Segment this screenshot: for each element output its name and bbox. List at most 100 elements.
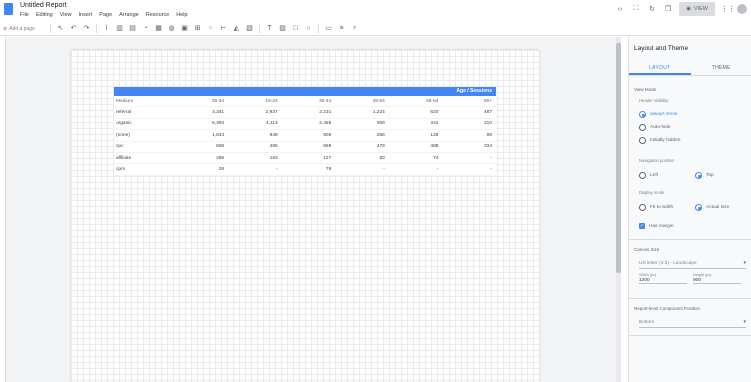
radio-button [639, 111, 646, 118]
tab-theme[interactable]: THEME [691, 61, 751, 75]
scatter-chart-icon[interactable]: ⁘ [206, 24, 215, 33]
table-cell: 210 [483, 121, 492, 127]
table-icon[interactable]: ▦ [154, 24, 163, 33]
apps-grid-icon[interactable]: ⋮⋮ [721, 5, 735, 13]
radio-label: Auto-hide [650, 125, 671, 130]
table-cell: 486 [269, 144, 278, 150]
data-studio-logo-icon[interactable] [4, 3, 13, 15]
fullscreen-icon[interactable]: ⛶ [631, 5, 641, 13]
panel-title: Layout and Theme [634, 45, 689, 52]
column-header[interactable]: 18-24 [228, 99, 282, 104]
column-header[interactable]: 65+ [442, 99, 496, 104]
pie-chart-icon[interactable]: ◔ [141, 24, 150, 33]
circle-icon[interactable]: ○ [304, 24, 313, 33]
area-chart-icon[interactable]: ◭ [232, 24, 241, 33]
combo-chart-icon[interactable]: ▤ [128, 24, 137, 33]
has-margin-checkbox[interactable]: ✓ Has margin [639, 223, 674, 229]
table-cell: 183 [269, 155, 278, 161]
table-cell: affiliate [116, 155, 132, 161]
theme-brush-icon[interactable]: ♆ [350, 24, 359, 33]
canvas-size-select[interactable]: US letter (4:3) - Landscape ▾ [639, 258, 746, 269]
table-cell: 74 [433, 155, 439, 161]
menu-insert[interactable]: Insert [79, 12, 93, 18]
column-header[interactable]: 35-44 [282, 99, 336, 104]
left-ruler [0, 37, 6, 382]
panel-tabs: LAYOUT THEME [629, 61, 751, 76]
table-row: cpc 608 486 658 479 488 334 [114, 142, 496, 153]
vertical-scrollbar[interactable] [616, 37, 621, 382]
radio-fit-to-width[interactable]: Fit to width [639, 204, 673, 211]
table-row: affiliate 296 183 127 83 74 - [114, 153, 496, 165]
toolbar-divider [318, 24, 319, 33]
scorecard-icon[interactable]: ▣ [180, 24, 189, 33]
text-box-icon[interactable]: T [265, 24, 274, 33]
menu-page[interactable]: Page [99, 12, 112, 18]
table-cell: 608 [216, 144, 225, 150]
geo-map-icon[interactable]: ◍ [167, 24, 176, 33]
chevron-down-icon: ▾ [743, 260, 746, 266]
radio-initially-hidden[interactable]: Initially hidden [639, 137, 680, 144]
report-canvas[interactable]: Age / Sessions Medium 25-34 18-24 35-44 … [71, 50, 539, 382]
component-position-value: Bottom [639, 320, 655, 325]
header-actions: ‹› ⛶ ↻ ❐ ◉ VIEW ⋮⋮ [615, 2, 747, 16]
title-bar: Untitled Report File Editing View Insert… [0, 0, 751, 22]
redo-icon[interactable]: ↷ [82, 24, 91, 33]
menu-arrange[interactable]: Arrange [119, 12, 139, 18]
table-cell: - [276, 167, 278, 173]
height-value: 900 [693, 277, 741, 284]
menu-help[interactable]: Help [176, 12, 187, 18]
tab-layout[interactable]: LAYOUT [629, 61, 691, 75]
toolbar-divider [259, 24, 260, 33]
component-position-select[interactable]: Bottom ▾ [639, 317, 746, 328]
height-field[interactable]: Height (px) 900 [693, 273, 741, 284]
undo-icon[interactable]: ↶ [69, 24, 78, 33]
filter-control-icon[interactable]: ≡ [337, 24, 346, 33]
radio-nav-left[interactable]: Left [639, 172, 658, 179]
image-icon[interactable]: ▨ [278, 24, 287, 33]
add-page-icon: ⊕ [3, 25, 8, 32]
view-button[interactable]: ◉ VIEW [679, 2, 715, 16]
menu-editing[interactable]: Editing [36, 12, 53, 18]
pivot-table-icon[interactable]: ⊞ [193, 24, 202, 33]
copy-icon[interactable]: ❐ [663, 5, 673, 13]
header-visibility-label: Header visibility [639, 98, 669, 103]
embed-code-icon[interactable]: ‹› [615, 6, 625, 13]
section-divider [629, 298, 751, 299]
menu-view[interactable]: View [60, 12, 72, 18]
column-header[interactable]: 45-54 [335, 99, 389, 104]
radio-label: Left [650, 173, 659, 178]
radio-actual-size[interactable]: Actual size [695, 204, 729, 211]
date-range-icon[interactable]: ▭ [324, 24, 333, 33]
data-table[interactable]: Age / Sessions Medium 25-34 18-24 35-44 … [114, 87, 496, 176]
width-field[interactable]: Width (px) 1200 [639, 273, 687, 284]
rectangle-icon[interactable]: □ [291, 24, 300, 33]
report-title[interactable]: Untitled Report [20, 2, 67, 9]
scrollbar-thumb[interactable] [616, 43, 621, 273]
radio-nav-top[interactable]: Top [695, 172, 714, 179]
view-button-label: VIEW [693, 6, 708, 12]
select-cursor-icon[interactable]: ↖ [56, 24, 65, 33]
table-cell: 4,113 [266, 121, 278, 127]
avatar[interactable] [737, 4, 747, 14]
column-header[interactable]: 55-64 [389, 99, 443, 104]
display-mode-label: Display mode [639, 190, 665, 195]
table-cell: 256 [376, 132, 385, 138]
table-row: referral 3,341 2,937 2,231 1,224 620 487 [114, 107, 496, 119]
radio-auto-hide[interactable]: Auto-hide [639, 124, 671, 131]
menu-resource[interactable]: Resource [146, 12, 170, 18]
add-page-button[interactable]: ⊕ Add a page [3, 26, 47, 32]
table-cell: 620 [430, 110, 439, 116]
table-cell: - [490, 167, 492, 173]
navigation-position-label: Navigation position [639, 158, 675, 163]
radio-button [695, 204, 702, 211]
column-header[interactable]: Medium [114, 99, 175, 104]
radio-label: always show [650, 112, 678, 117]
time-series-chart-icon[interactable]: ⌇ [102, 24, 111, 33]
menu-file[interactable]: File [20, 12, 29, 18]
radio-always-show[interactable]: always show [639, 111, 677, 118]
treemap-icon[interactable]: ▧ [245, 24, 254, 33]
bullet-chart-icon[interactable]: ⊢ [219, 24, 228, 33]
column-header[interactable]: 25-34 [175, 99, 229, 104]
refresh-icon[interactable]: ↻ [647, 5, 657, 13]
bar-chart-icon[interactable]: ▥ [115, 24, 124, 33]
